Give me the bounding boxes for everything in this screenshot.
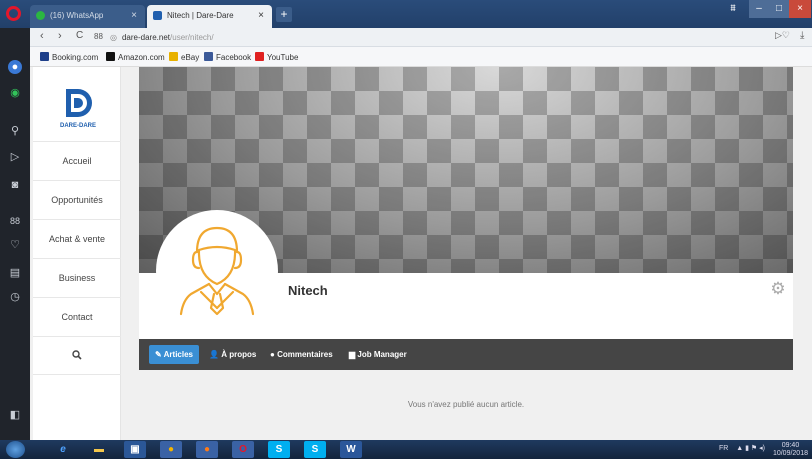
skype-business-icon[interactable]: S (304, 441, 326, 458)
search-icon[interactable]: ⚲ (8, 124, 22, 138)
site-info-icon[interactable]: ◎ (110, 33, 117, 42)
bookmark-label: Booking.com (52, 53, 99, 62)
tab-bar: (16) WhatsApp × Nitech | Dare-Dare × + ⩩… (0, 0, 812, 28)
bookmark-facebook[interactable]: Facebook (204, 52, 251, 62)
bookmark-label: eBay (181, 53, 200, 62)
nav-search[interactable] (33, 336, 121, 375)
amazon-icon (106, 52, 115, 61)
maximize-button[interactable]: □ (769, 0, 789, 18)
ie-icon[interactable]: e (52, 441, 74, 458)
tab-label: Job Manager (357, 350, 407, 359)
avatar-user-icon (179, 226, 255, 316)
close-window-button[interactable]: × (789, 0, 811, 18)
tab-menu-icon[interactable]: ⩩ (722, 0, 744, 18)
messenger-icon[interactable]: ● (8, 60, 22, 74)
search-icon (72, 350, 82, 360)
whatsapp-icon (36, 11, 45, 20)
tray-icons[interactable]: ▲ ▮ ⚑ ◂) (736, 445, 765, 452)
bookmark-label: Facebook (216, 53, 252, 62)
bookmark-label: YouTube (267, 53, 299, 62)
tab-commentaires[interactable]: ● Commentaires (270, 345, 333, 364)
profile-name: Nitech (288, 283, 328, 298)
history-icon[interactable]: ◷ (8, 290, 22, 304)
dare-dare-favicon-icon (153, 11, 162, 20)
empty-message: Vous n'avez publié aucun article. (407, 400, 525, 409)
tab-whatsapp[interactable]: (16) WhatsApp × (30, 5, 145, 28)
download-icon[interactable]: ⤓ (800, 30, 804, 41)
word-icon[interactable]: W (340, 441, 362, 458)
language-indicator[interactable]: FR (719, 445, 728, 452)
send-icon[interactable]: ▷ (8, 150, 22, 164)
gear-icon[interactable]: ⚙ (769, 280, 787, 298)
pencil-icon: ✎ (155, 350, 164, 359)
logo-text: DARE-DARE (60, 123, 96, 129)
ebay-icon (169, 52, 178, 61)
tab-label: Commentaires (277, 350, 333, 359)
reload-button[interactable]: C (76, 30, 83, 41)
bookmark-youtube[interactable]: YouTube (255, 52, 298, 62)
tab-dare-dare[interactable]: Nitech | Dare-Dare × (147, 5, 272, 28)
start-button[interactable] (6, 441, 25, 458)
browser-window: (16) WhatsApp × Nitech | Dare-Dare × + ⩩… (0, 0, 812, 459)
speed-dial-button[interactable]: 88 (94, 32, 103, 41)
clock-time: 09:40 (781, 442, 800, 449)
user-icon: 👤 (209, 350, 222, 359)
bookmarks-bar: Booking.com Amazon.com eBay Facebook You… (30, 47, 812, 67)
tab-label: À propos (221, 350, 257, 359)
tab-a-propos[interactable]: 👤 À propos (209, 345, 256, 364)
new-tab-button[interactable]: + (276, 7, 292, 22)
tab-label: Articles (163, 350, 193, 359)
speed-dial-icon[interactable]: 88 (8, 214, 22, 228)
nav-contact[interactable]: Contact (33, 297, 121, 336)
close-tab-icon[interactable]: × (258, 10, 264, 21)
sidebar-toggle-icon[interactable]: ◧ (8, 408, 22, 422)
tab-articles[interactable]: ✎ Articles (149, 345, 199, 364)
tab-job-manager[interactable]: ▆ Job Manager (349, 345, 407, 364)
skype-icon[interactable]: S (268, 441, 290, 458)
address-bar[interactable]: ◎ dare-dare.net/user/nitech/ (110, 30, 800, 45)
back-button[interactable]: ‹ (40, 30, 44, 42)
minimize-button[interactable]: – (749, 0, 769, 18)
whatsapp-icon[interactable]: ◉ (8, 86, 22, 100)
comment-icon: ● (270, 350, 278, 359)
articles-content: Vous n'avez publié aucun article. (139, 370, 793, 440)
site-sidebar: DARE-DARE Accueil Opportunités Achat & v… (33, 67, 121, 440)
forward-button[interactable]: › (58, 30, 62, 42)
web-page: DARE-DARE Accueil Opportunités Achat & v… (30, 67, 812, 440)
bookmark-amazon[interactable]: Amazon.com (106, 52, 165, 62)
profile-avatar[interactable] (156, 210, 278, 332)
bookmark-label: Amazon.com (118, 53, 165, 62)
bookmark-heart-icon[interactable]: ▷♡ (775, 30, 790, 41)
bookmark-ebay[interactable]: eBay (169, 52, 199, 62)
opera-icon[interactable]: O (232, 441, 254, 458)
nav-accueil[interactable]: Accueil (33, 141, 121, 180)
firefox-icon[interactable]: ● (196, 441, 218, 458)
tab-title: (16) WhatsApp (50, 11, 104, 20)
youtube-icon (255, 52, 264, 61)
opera-logo-icon[interactable] (6, 6, 21, 21)
browser-toolbar: ‹ › C 88 ◎ dare-dare.net/user/nitech/ ▷♡ … (30, 28, 812, 47)
outlook-icon[interactable]: ▣ (124, 441, 146, 458)
address-host: dare-dare.net (121, 33, 171, 42)
booking-icon (40, 52, 49, 61)
nav-business[interactable]: Business (33, 258, 121, 297)
bookmark-booking[interactable]: Booking.com (40, 52, 98, 62)
news-icon[interactable]: ▤ (8, 266, 22, 280)
nav-achat-vente[interactable]: Achat & vente (33, 219, 121, 258)
windows-taskbar: e ▬ ▣ ● ● O S S W FR ▲ ▮ ⚑ ◂) 09:40 10/0… (0, 440, 812, 459)
facebook-icon (204, 52, 213, 61)
tab-title: Nitech | Dare-Dare (167, 11, 234, 20)
chrome-icon[interactable]: ● (160, 441, 182, 458)
profile-tabs: ✎ Articles 👤 À propos ● Commentaires ▆ J… (139, 339, 793, 370)
dare-dare-logo[interactable]: DARE-DARE (58, 85, 98, 131)
address-path: /user/nitech/ (170, 33, 214, 42)
system-tray: FR ▲ ▮ ⚑ ◂) 09:40 10/09/2018 (719, 442, 808, 458)
close-tab-icon[interactable]: × (131, 10, 137, 21)
heart-icon[interactable]: ♡ (8, 238, 22, 252)
camera-icon[interactable]: ◙ (8, 178, 22, 192)
explorer-icon[interactable]: ▬ (88, 441, 110, 458)
clock-date: 10/09/2018 (772, 450, 808, 457)
opera-sidebar: ● ◉ ⚲ ▷ ◙ 88 ♡ ▤ ◷ ◧ (0, 28, 30, 440)
nav-opportunites[interactable]: Opportunités (33, 180, 121, 219)
